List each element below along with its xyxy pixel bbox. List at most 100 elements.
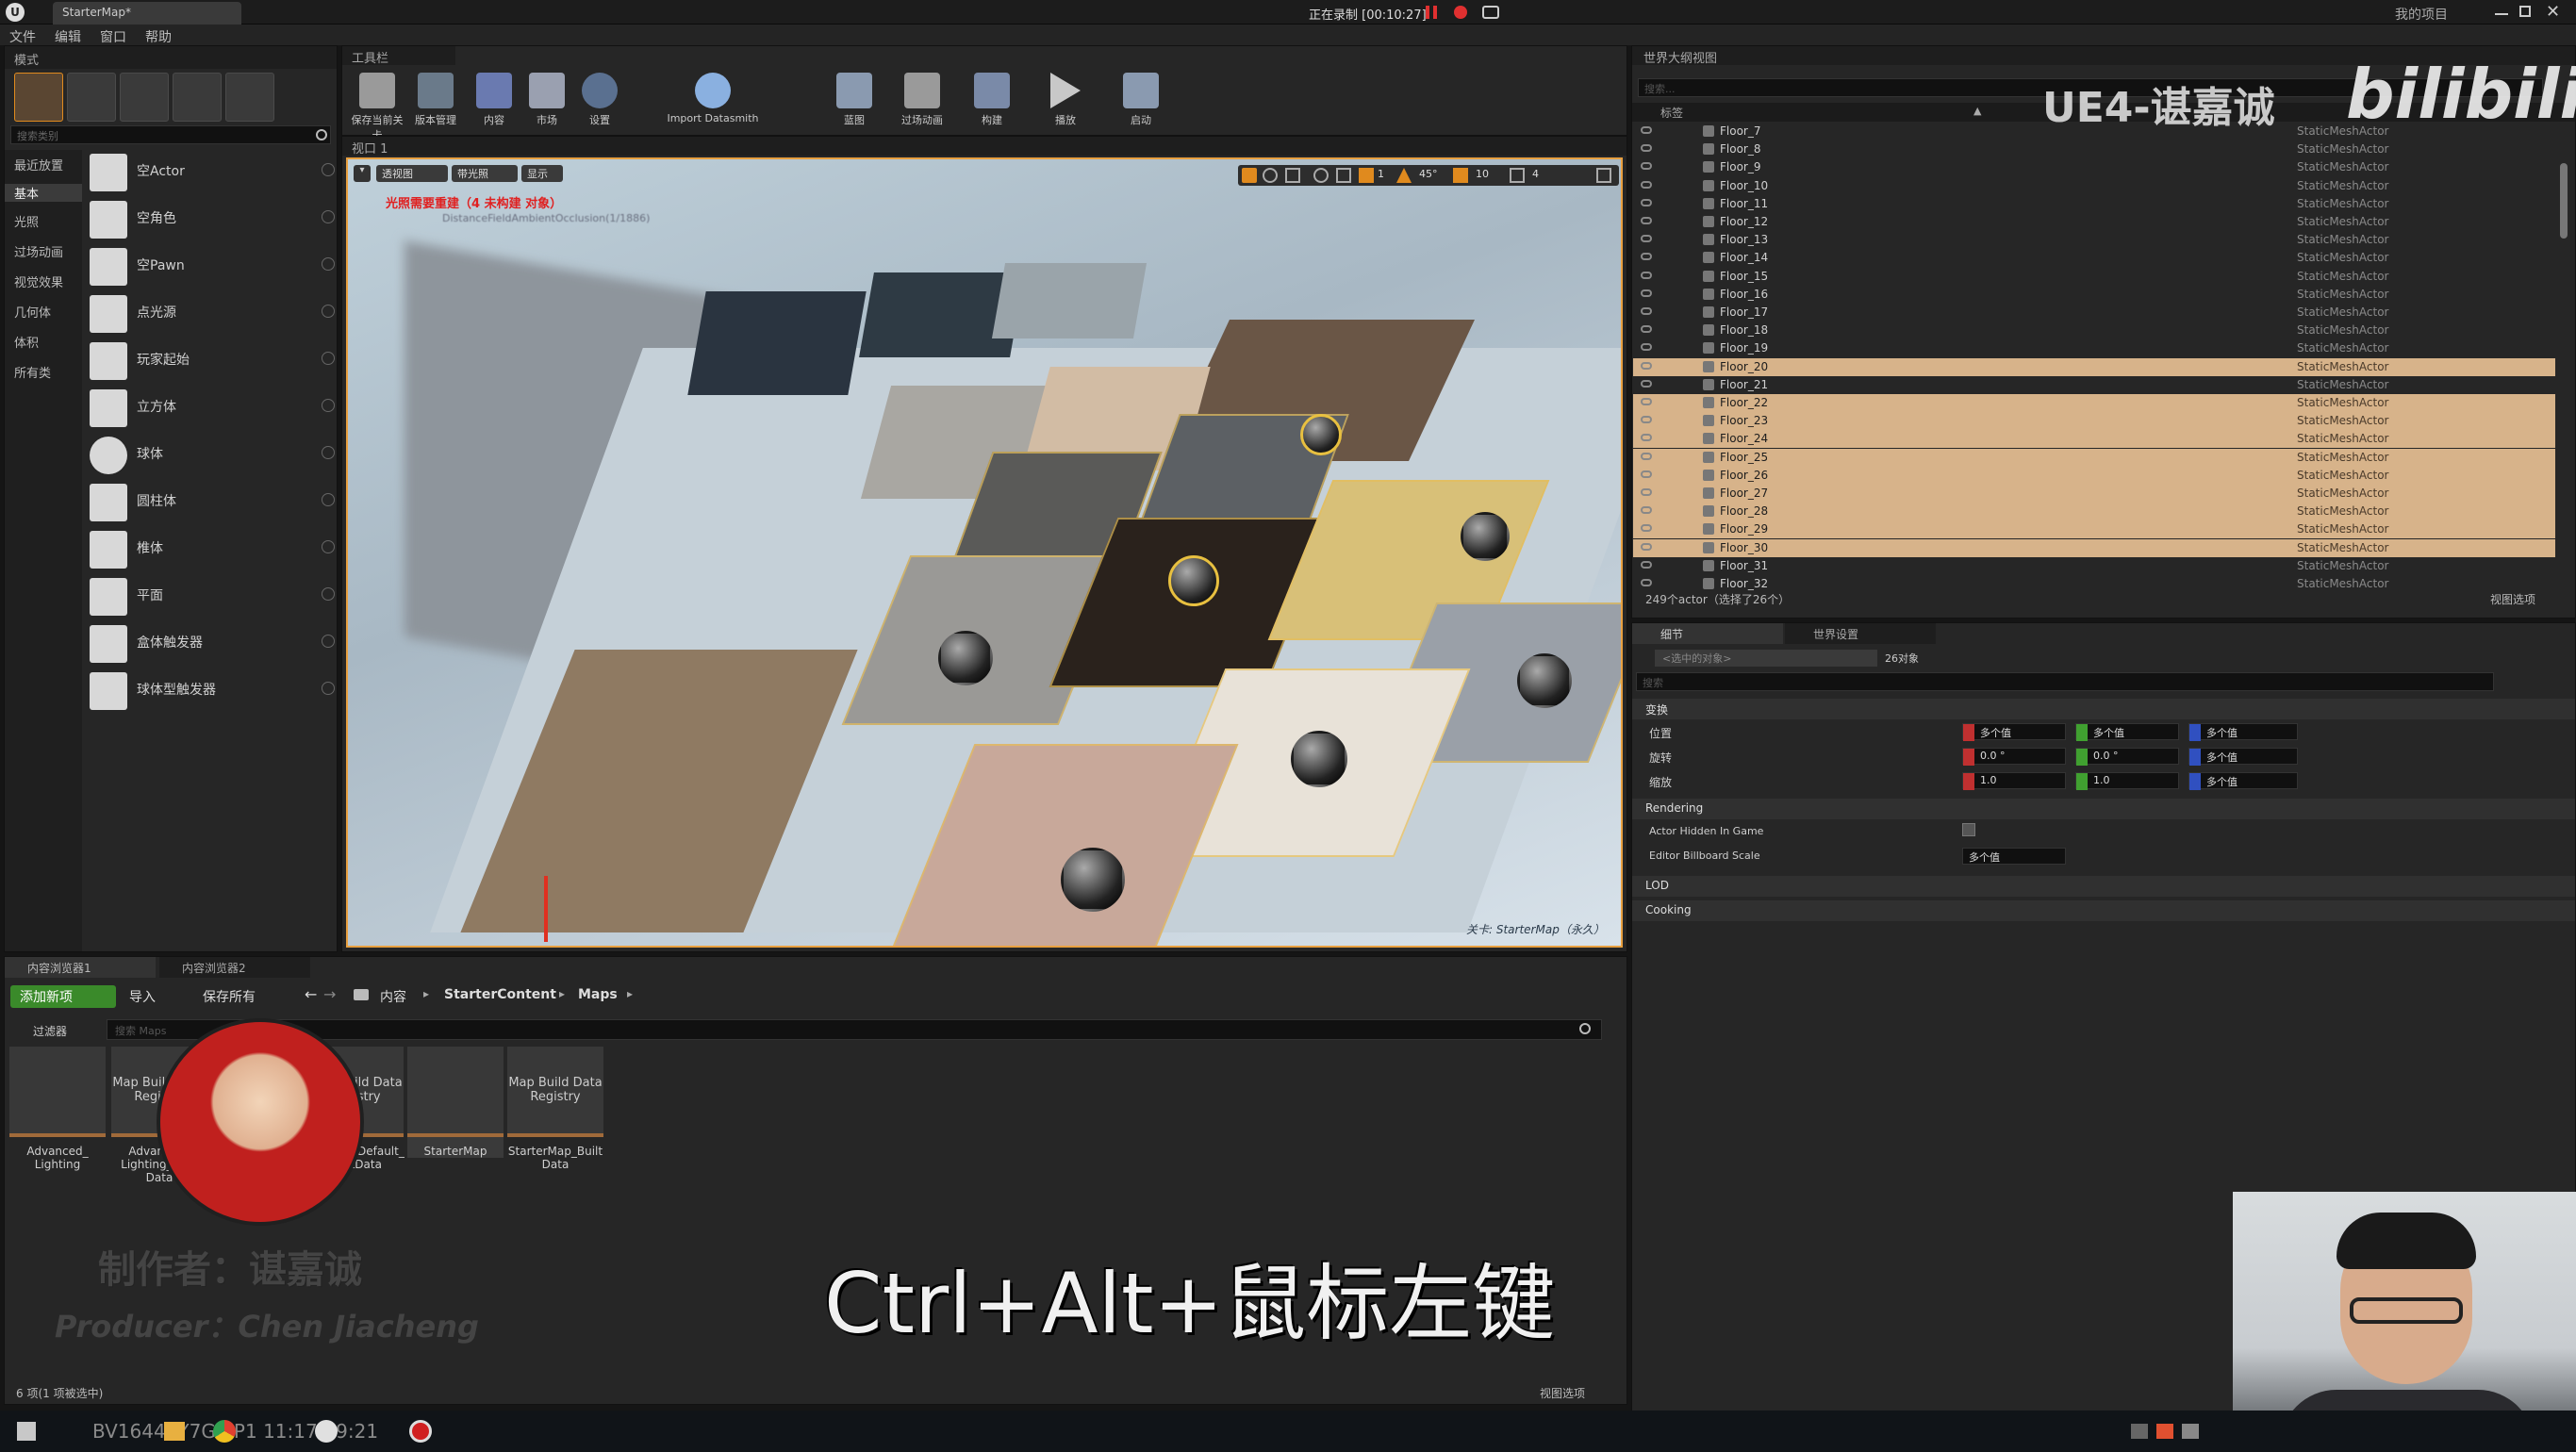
- viewport-tab[interactable]: 视口 1: [342, 137, 1627, 157]
- import-datasmith-button[interactable]: Import Datasmith: [661, 67, 765, 146]
- cooking-header[interactable]: Cooking: [1632, 900, 2575, 921]
- outliner-scrollbar[interactable]: [2560, 163, 2568, 239]
- maximize-viewport-icon[interactable]: [1596, 168, 1611, 183]
- location-y-field[interactable]: 多个值: [2075, 723, 2179, 741]
- outliner-row[interactable]: Floor_27 StaticMeshActor: [1633, 485, 2555, 503]
- rotate-icon[interactable]: [1263, 168, 1278, 183]
- category-visual-effects[interactable]: 视觉效果: [14, 272, 63, 290]
- outliner-row[interactable]: Floor_21 StaticMeshActor: [1633, 376, 2555, 394]
- show-button[interactable]: 显示: [521, 165, 563, 182]
- pause-record-button[interactable]: [1426, 6, 1437, 19]
- visibility-eye-icon[interactable]: [1641, 506, 1652, 515]
- selected-object-field[interactable]: <选中的对象>: [1655, 650, 1877, 667]
- place-item-player-start[interactable]: 玩家起始: [90, 338, 335, 382]
- toolbar-tab[interactable]: 工具栏: [342, 46, 455, 66]
- visibility-eye-icon[interactable]: [1641, 470, 1652, 478]
- visibility-eye-icon[interactable]: [1641, 398, 1652, 405]
- place-item-cube[interactable]: 立方体: [90, 386, 335, 429]
- visibility-eye-icon[interactable]: [1641, 307, 1652, 315]
- document-tab[interactable]: StarterMap*: [53, 2, 241, 25]
- outliner-row[interactable]: Floor_26 StaticMeshActor: [1633, 466, 2555, 485]
- visibility-eye-icon[interactable]: [1641, 325, 1652, 334]
- build-button[interactable]: 构建: [965, 67, 1019, 146]
- category-cinematic[interactable]: 过场动画: [14, 242, 63, 260]
- visibility-eye-icon[interactable]: [1641, 162, 1652, 171]
- visibility-eye-icon[interactable]: [1641, 180, 1652, 189]
- visibility-eye-icon[interactable]: [1641, 416, 1652, 424]
- outliner-row[interactable]: Floor_23 StaticMeshActor: [1633, 412, 2555, 431]
- help-icon[interactable]: [322, 163, 335, 176]
- content-view-options[interactable]: 视图选项: [1540, 1385, 1585, 1401]
- category-basic[interactable]: 基本: [5, 184, 82, 202]
- scale-z-field[interactable]: 多个值: [2188, 772, 2298, 790]
- visibility-eye-icon[interactable]: [1641, 126, 1652, 134]
- scale-y-field[interactable]: 1.0: [2075, 772, 2179, 790]
- category-volumes[interactable]: 体积: [14, 333, 39, 351]
- actor-hidden-checkbox[interactable]: [1962, 823, 1975, 836]
- help-icon[interactable]: [322, 210, 335, 223]
- visibility-eye-icon[interactable]: [1641, 198, 1652, 206]
- place-item-point-light[interactable]: 点光源: [90, 291, 335, 335]
- rendering-header[interactable]: Rendering: [1632, 799, 2575, 819]
- breadcrumb-maps[interactable]: Maps: [578, 987, 618, 1002]
- outliner-row[interactable]: Floor_24 StaticMeshActor: [1633, 430, 2555, 449]
- outliner-row[interactable]: Floor_20 StaticMeshActor: [1633, 357, 2555, 376]
- windows-start-icon[interactable]: [17, 1422, 36, 1441]
- grid-snap-icon[interactable]: [1359, 168, 1374, 183]
- breadcrumb-content[interactable]: 内容: [380, 987, 406, 1006]
- details-search-input[interactable]: 搜索: [1636, 672, 2494, 691]
- world-local-icon[interactable]: [1313, 168, 1329, 183]
- outliner-view-options[interactable]: 视图选项: [2490, 591, 2535, 607]
- visibility-eye-icon[interactable]: [1641, 343, 1652, 352]
- category-lights[interactable]: 光照: [14, 212, 39, 230]
- content-browser-tab-1[interactable]: 内容浏览器1: [5, 957, 156, 978]
- viewport-canvas[interactable]: ▾ 透视图 带光照 显示 光照需要重建（4 未构建 对象） DistanceFi…: [346, 157, 1623, 948]
- lit-button[interactable]: 带光照: [452, 165, 518, 182]
- visibility-eye-icon[interactable]: [1641, 452, 1652, 460]
- source-control-button[interactable]: 版本管理: [408, 67, 463, 146]
- visibility-eye-icon[interactable]: [1641, 289, 1652, 297]
- asset-search-input[interactable]: 搜索 Maps: [107, 1019, 1602, 1040]
- place-item-empty-pawn[interactable]: 空Pawn: [90, 244, 335, 288]
- asset-startermap[interactable]: StarterMap: [407, 1047, 504, 1158]
- visibility-eye-icon[interactable]: [1641, 434, 1652, 442]
- visibility-eye-icon[interactable]: [1641, 542, 1652, 551]
- forward-arrow-icon[interactable]: →: [323, 985, 336, 1003]
- outliner-row[interactable]: Floor_9 StaticMeshActor: [1633, 158, 2555, 176]
- place-item-cone[interactable]: 椎体: [90, 527, 335, 570]
- rotation-z-field[interactable]: 多个值: [2188, 748, 2298, 766]
- stop-record-button[interactable]: [1454, 6, 1467, 19]
- chrome-icon[interactable]: [213, 1420, 236, 1443]
- outliner-row[interactable]: Floor_14 StaticMeshActor: [1633, 249, 2555, 267]
- unreal-taskbar-icon[interactable]: [315, 1420, 338, 1443]
- outliner-row[interactable]: Floor_15 StaticMeshActor: [1633, 268, 2555, 286]
- foliage-mode-icon[interactable]: [173, 73, 222, 122]
- help-icon[interactable]: [322, 493, 335, 506]
- place-item-empty-actor[interactable]: 空Actor: [90, 150, 335, 193]
- outliner-row[interactable]: Floor_13 StaticMeshActor: [1633, 231, 2555, 249]
- outliner-row[interactable]: Floor_22 StaticMeshActor: [1633, 394, 2555, 412]
- launch-button[interactable]: 启动: [1114, 67, 1168, 146]
- visibility-eye-icon[interactable]: [1641, 524, 1652, 533]
- camera-speed-value[interactable]: 4: [1532, 168, 1539, 180]
- camera-icon[interactable]: [1482, 6, 1499, 19]
- my-project-label[interactable]: 我的项目: [2395, 5, 2448, 24]
- visibility-eye-icon[interactable]: [1641, 379, 1652, 388]
- location-label[interactable]: 位置: [1649, 725, 1672, 741]
- settings-button[interactable]: 设置: [572, 67, 627, 146]
- rotation-label[interactable]: 旋转: [1649, 750, 1672, 766]
- blueprints-button[interactable]: 蓝图: [827, 67, 882, 146]
- place-item-box-trigger[interactable]: 盒体触发器: [90, 621, 335, 665]
- viewport-options-dropdown[interactable]: ▾: [354, 165, 371, 182]
- rotation-snap-value[interactable]: 45°: [1419, 168, 1438, 180]
- outliner-row[interactable]: Floor_11 StaticMeshActor: [1633, 195, 2555, 213]
- transform-header[interactable]: 变换: [1632, 699, 2575, 719]
- save-all-button[interactable]: 保存所有: [203, 987, 256, 1006]
- landscape-mode-icon[interactable]: [120, 73, 169, 122]
- camera-speed-icon[interactable]: [1510, 168, 1525, 183]
- marketplace-button[interactable]: 市场: [520, 67, 574, 146]
- visibility-eye-icon[interactable]: [1641, 361, 1652, 370]
- outliner-row[interactable]: Floor_12 StaticMeshActor: [1633, 213, 2555, 231]
- help-icon[interactable]: [322, 587, 335, 601]
- scale-icon[interactable]: [1285, 168, 1300, 183]
